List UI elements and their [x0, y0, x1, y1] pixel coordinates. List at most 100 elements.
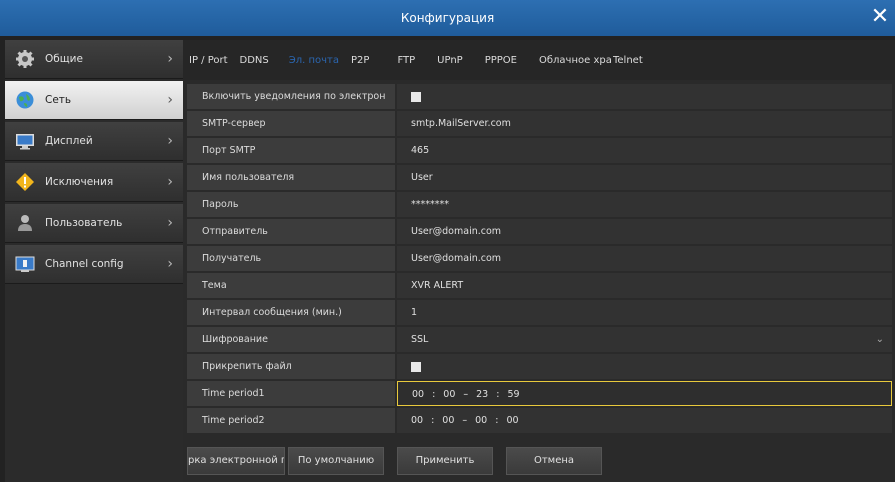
- tp2-start-minute[interactable]: 00: [442, 415, 454, 426]
- default-button[interactable]: По умолчанию: [288, 447, 384, 475]
- interval-label: Интервал сообщения (мин.): [187, 300, 395, 325]
- tab-cloud[interactable]: Облачное хра: [539, 55, 611, 66]
- recipient-input[interactable]: User@domain.com: [397, 246, 892, 271]
- form-row-smtp: SMTP-сервер smtp.MailServer.com: [187, 111, 892, 136]
- encryption-select[interactable]: SSL ⌄: [397, 327, 892, 352]
- close-icon[interactable]: ✕: [867, 4, 893, 30]
- password-input[interactable]: ********: [397, 192, 892, 217]
- time-colon: :: [496, 389, 500, 400]
- username-input[interactable]: User: [397, 165, 892, 190]
- chevron-down-icon: ⌄: [875, 334, 884, 345]
- tab-upnp[interactable]: UPnP: [437, 55, 463, 66]
- interval-input[interactable]: 1: [397, 300, 892, 325]
- smtp-port-label: Порт SMTP: [187, 138, 395, 163]
- sidebar-item-user[interactable]: Пользователь ›: [5, 204, 183, 243]
- sender-input[interactable]: User@domain.com: [397, 219, 892, 244]
- form-row-attach: Прикрепить файл: [187, 354, 892, 379]
- smtp-server-input[interactable]: smtp.MailServer.com: [397, 111, 892, 136]
- sidebar-item-label: Сеть: [45, 94, 72, 106]
- globe-icon: [15, 90, 35, 110]
- time-colon: :: [432, 389, 436, 400]
- tab-ip-port[interactable]: IP / Port: [189, 55, 228, 66]
- button-bar: рка электронной п По умолчанию Применить…: [187, 444, 605, 478]
- tp1-start-minute[interactable]: 00: [443, 389, 455, 400]
- subject-input[interactable]: XVR ALERT: [397, 273, 892, 298]
- channel-icon: [15, 254, 35, 274]
- sidebar-item-channel-config[interactable]: Channel config ›: [5, 245, 183, 284]
- form-row-time-period-1: Time period1 00:00–23:59: [187, 381, 892, 406]
- time-period-2-input[interactable]: 00:00–00:00: [397, 408, 892, 433]
- time-dash: –: [463, 389, 469, 400]
- tab-ftp[interactable]: FTP: [397, 55, 415, 66]
- tp1-end-minute[interactable]: 59: [507, 389, 519, 400]
- monitor-icon: [15, 131, 35, 151]
- tab-email[interactable]: Эл. почта: [289, 55, 339, 66]
- sidebar-item-label: Channel config: [45, 258, 124, 270]
- form-row-subject: Тема XVR ALERT: [187, 273, 892, 298]
- window-title: Конфигурация: [400, 11, 495, 25]
- encryption-value: SSL: [411, 334, 429, 345]
- sidebar: Общие › Сеть › Дисплей › Исключения › По…: [5, 40, 183, 482]
- main-panel: IP / Port DDNS Эл. почта P2P FTP UPnP PP…: [183, 40, 895, 482]
- sidebar-item-display[interactable]: Дисплей ›: [5, 122, 183, 161]
- smtp-server-label: SMTP-сервер: [187, 111, 395, 136]
- form-row-sender: Отправитель User@domain.com: [187, 219, 892, 244]
- smtp-port-input[interactable]: 465: [397, 138, 892, 163]
- apply-button[interactable]: Применить: [397, 447, 493, 475]
- time-colon: :: [495, 415, 499, 426]
- tp1-end-hour[interactable]: 23: [476, 389, 488, 400]
- chevron-right-icon: ›: [167, 174, 173, 190]
- password-label: Пароль: [187, 192, 395, 217]
- sidebar-item-label: Общие: [45, 53, 83, 65]
- time-period-1-input[interactable]: 00:00–23:59: [397, 381, 892, 406]
- sidebar-item-label: Исключения: [45, 176, 114, 188]
- config-window: Конфигурация ✕ Общие › Сеть › Дисплей ›: [0, 0, 895, 482]
- form-row-encryption: Шифрование SSL ⌄: [187, 327, 892, 352]
- chevron-right-icon: ›: [167, 215, 173, 231]
- sender-label: Отправитель: [187, 219, 395, 244]
- enable-email-field: [397, 84, 892, 109]
- chevron-right-icon: ›: [167, 256, 173, 272]
- sidebar-item-general[interactable]: Общие ›: [5, 40, 183, 79]
- warning-icon: [15, 172, 35, 192]
- enable-email-label: Включить уведомления по электрон: [187, 84, 395, 109]
- chevron-right-icon: ›: [167, 133, 173, 149]
- form-row-username: Имя пользователя User: [187, 165, 892, 190]
- recipient-label: Получатель: [187, 246, 395, 271]
- tp2-end-hour[interactable]: 00: [475, 415, 487, 426]
- tab-telnet[interactable]: Telnet: [613, 55, 643, 66]
- tp2-end-minute[interactable]: 00: [506, 415, 518, 426]
- username-label: Имя пользователя: [187, 165, 395, 190]
- sidebar-item-exceptions[interactable]: Исключения ›: [5, 163, 183, 202]
- cancel-button[interactable]: Отмена: [506, 447, 602, 475]
- time-period-2-label: Time period2: [187, 408, 395, 433]
- sidebar-item-label: Дисплей: [45, 135, 93, 147]
- encryption-label: Шифрование: [187, 327, 395, 352]
- time-dash: –: [462, 415, 468, 426]
- time-colon: :: [431, 415, 435, 426]
- form-row-port: Порт SMTP 465: [187, 138, 892, 163]
- gear-icon: [15, 49, 35, 69]
- enable-email-checkbox[interactable]: [411, 91, 421, 102]
- chevron-right-icon: ›: [167, 51, 173, 67]
- subject-label: Тема: [187, 273, 395, 298]
- sidebar-item-network[interactable]: Сеть ›: [5, 81, 183, 120]
- tab-pppoe[interactable]: PPPOE: [485, 55, 517, 66]
- tab-bar: IP / Port DDNS Эл. почта P2P FTP UPnP PP…: [183, 40, 895, 80]
- form-row-interval: Интервал сообщения (мин.) 1: [187, 300, 892, 325]
- form-row-recipient: Получатель User@domain.com: [187, 246, 892, 271]
- user-icon: [15, 213, 35, 233]
- sidebar-item-label: Пользователь: [45, 217, 123, 229]
- test-email-button[interactable]: рка электронной п: [187, 447, 285, 475]
- tab-p2p[interactable]: P2P: [351, 55, 369, 66]
- attach-file-label: Прикрепить файл: [187, 354, 395, 379]
- form-row-password: Пароль ********: [187, 192, 892, 217]
- tp1-start-hour[interactable]: 00: [412, 389, 424, 400]
- title-bar: Конфигурация ✕: [0, 0, 895, 36]
- chevron-right-icon: ›: [167, 92, 173, 108]
- form-row-enable: Включить уведомления по электрон: [187, 84, 892, 109]
- tp2-start-hour[interactable]: 00: [411, 415, 423, 426]
- time-period-1-label: Time period1: [187, 381, 395, 406]
- attach-file-checkbox[interactable]: [411, 361, 421, 372]
- tab-ddns[interactable]: DDNS: [240, 55, 269, 66]
